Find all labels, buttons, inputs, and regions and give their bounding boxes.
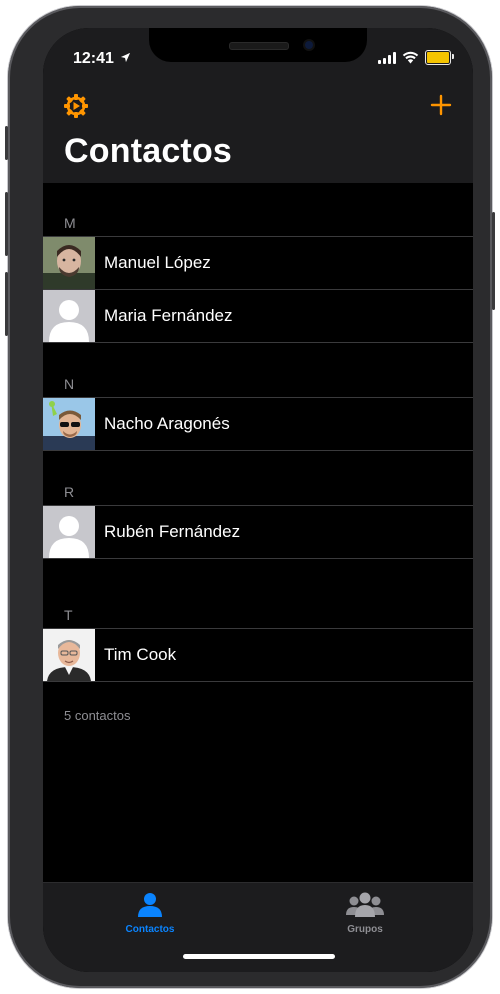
contact-name: Manuel López [104,253,211,272]
tab-label: Grupos [347,924,383,935]
contact-row-tim[interactable]: Tim Cook [43,628,473,682]
power-button [492,212,495,310]
gear-icon [64,94,88,118]
location-arrow-icon [120,52,131,63]
contacts-list: M Manuel López Maria Fernández N Nacho A… [43,183,473,723]
contact-photo [43,237,95,289]
section-header-r: R [64,484,75,500]
contact-photo [43,398,95,450]
default-avatar-icon [43,290,95,342]
contact-row-maria[interactable]: Maria Fernández [43,289,473,343]
tab-label: Contactos [125,924,175,935]
volume-up-button [5,192,8,256]
notch [149,28,367,62]
home-indicator[interactable] [183,954,335,959]
phone-frame: 12:41 Contactos M Manuel López Maria Fer… [5,6,495,988]
contact-name: Nacho Aragonés [104,414,230,433]
settings-button[interactable] [63,93,89,119]
contact-photo [43,629,95,681]
add-contact-button[interactable] [429,93,453,117]
contact-row-manuel[interactable]: Manuel López [43,236,473,289]
battery-icon [425,50,454,65]
tab-contactos[interactable]: Contactos [90,891,210,935]
contact-name: Rubén Fernández [104,522,241,541]
contact-row-ruben[interactable]: Rubén Fernández [43,505,473,559]
contacts-count: 5 contactos [64,708,131,723]
contact-name: Maria Fernández [104,306,233,325]
cellular-signal-icon [378,51,396,64]
mute-switch [5,126,8,160]
person-icon [138,893,162,917]
volume-down-button [5,272,8,336]
section-header-n: N [64,376,75,392]
screen: 12:41 Contactos M Manuel López Maria Fer… [43,28,473,972]
section-header-t: T [64,607,73,623]
camera-icon [305,41,313,49]
section-header-m: M [64,215,76,231]
speaker-grill [229,42,289,50]
tab-grupos[interactable]: Grupos [305,891,425,935]
plus-icon [430,94,452,116]
status-time: 12:41 [73,50,114,67]
status-indicators [378,50,454,65]
wifi-icon [402,51,419,64]
default-avatar-icon [43,506,95,558]
page-title: Contactos [64,132,233,170]
contact-row-nacho[interactable]: Nacho Aragonés [43,397,473,451]
contact-name: Tim Cook [104,645,177,664]
group-icon [346,892,384,917]
